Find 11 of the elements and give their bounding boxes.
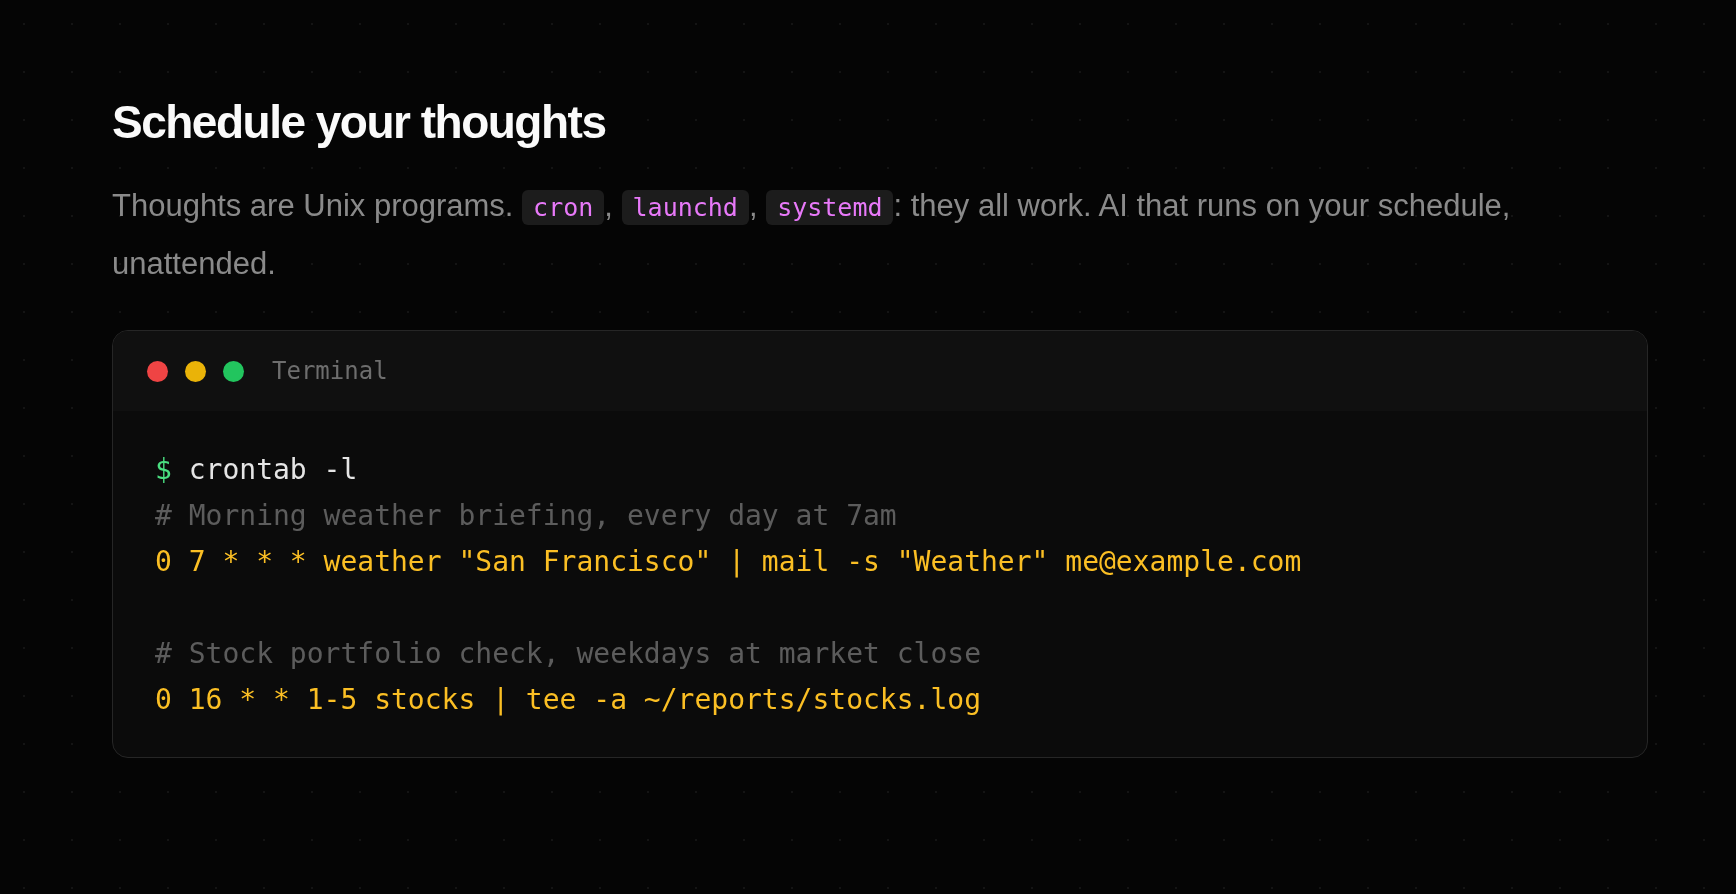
terminal-line: $ crontab -l [155, 452, 359, 488]
terminal-line: 0 7 * * * weather "San Francisco" | mail -s "Weather" me@example.com [155, 544, 1303, 580]
terminal-comment: # Morning weather briefing, every day at 7am [155, 498, 898, 534]
terminal-line: 0 16 * * 1-5 stocks | tee -a ~/reports/stocks.log [155, 682, 982, 718]
close-icon[interactable] [147, 360, 168, 382]
section-heading: Schedule your thoughts [112, 95, 607, 150]
terminal-comment: # Stock portfolio check, weekdays at market close [155, 636, 982, 672]
maximize-icon[interactable] [223, 360, 244, 382]
description-text: Thoughts are Unix programs. cron , launchd , systemd : they all work. AI that runs on your schedule, unattended. [112, 187, 1512, 283]
terminal-title: Terminal [272, 357, 388, 385]
minimize-icon[interactable] [185, 360, 206, 382]
